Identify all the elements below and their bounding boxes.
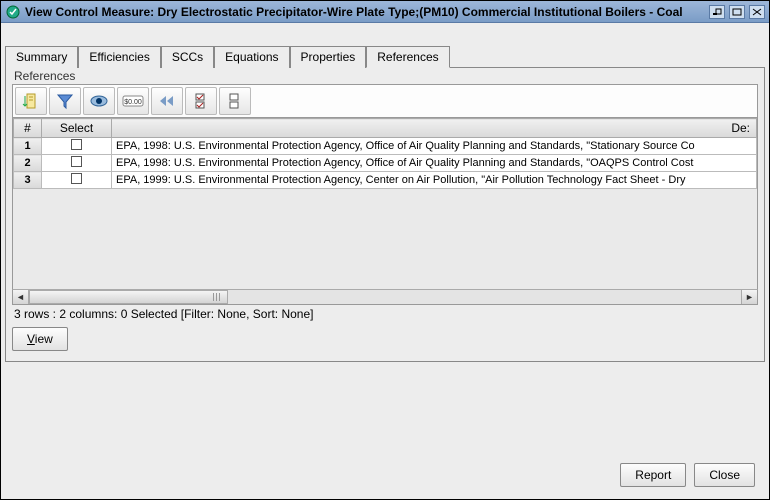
first-icon[interactable] xyxy=(151,87,183,115)
row-checkbox[interactable] xyxy=(71,173,82,184)
app-icon xyxy=(5,4,21,20)
scroll-left-icon[interactable]: ◄ xyxy=(13,290,29,304)
table-row[interactable]: 1 EPA, 1998: U.S. Environmental Protecti… xyxy=(14,138,757,155)
row-number: 2 xyxy=(14,155,42,172)
tab-row: Summary Efficiencies SCCs Equations Prop… xyxy=(5,45,765,67)
minimize-icon[interactable] xyxy=(709,5,725,19)
references-panel: References $0.00 # Select De: xyxy=(5,67,765,362)
tab-equations[interactable]: Equations xyxy=(214,46,289,68)
horizontal-scrollbar[interactable]: ◄ ► xyxy=(12,289,758,305)
col-select[interactable]: Select xyxy=(42,119,112,138)
fieldset-label: References xyxy=(12,69,77,83)
tab-sccs[interactable]: SCCs xyxy=(161,46,214,68)
close-button[interactable]: Close xyxy=(694,463,755,487)
bottom-bar: Report Close xyxy=(5,454,765,495)
table-empty-area xyxy=(12,189,758,289)
table-row[interactable]: 3 EPA, 1999: U.S. Environmental Protecti… xyxy=(14,172,757,189)
col-description[interactable]: De: xyxy=(112,119,757,138)
filter-icon[interactable] xyxy=(49,87,81,115)
row-checkbox[interactable] xyxy=(71,156,82,167)
svg-text:$0.00: $0.00 xyxy=(124,99,142,106)
report-button[interactable]: Report xyxy=(620,463,686,487)
table-toolbar: $0.00 xyxy=(12,84,758,118)
scroll-right-icon[interactable]: ► xyxy=(741,290,757,304)
titlebar: View Control Measure: Dry Electrostatic … xyxy=(1,1,769,23)
deselect-all-icon[interactable] xyxy=(219,87,251,115)
sort-icon[interactable] xyxy=(15,87,47,115)
col-rownum[interactable]: # xyxy=(14,119,42,138)
format-icon[interactable]: $0.00 xyxy=(117,87,149,115)
tab-efficiencies[interactable]: Efficiencies xyxy=(78,46,160,68)
table-status: 3 rows : 2 columns: 0 Selected [Filter: … xyxy=(12,305,758,323)
row-number: 1 xyxy=(14,138,42,155)
table-row[interactable]: 2 EPA, 1998: U.S. Environmental Protecti… xyxy=(14,155,757,172)
view-button[interactable]: View xyxy=(12,327,68,351)
select-all-icon[interactable] xyxy=(185,87,217,115)
row-checkbox[interactable] xyxy=(71,139,82,150)
row-description: EPA, 1998: U.S. Environmental Protection… xyxy=(112,155,757,172)
tab-summary[interactable]: Summary xyxy=(5,46,78,68)
scroll-track[interactable] xyxy=(29,290,741,304)
window-title: View Control Measure: Dry Electrostatic … xyxy=(25,5,709,19)
references-table: # Select De: 1 EPA, 1998: U.S. Environme… xyxy=(12,118,758,189)
show-hide-icon[interactable] xyxy=(83,87,115,115)
tab-references[interactable]: References xyxy=(366,46,449,68)
maximize-icon[interactable] xyxy=(729,5,745,19)
close-icon[interactable] xyxy=(749,5,765,19)
scroll-thumb[interactable] xyxy=(29,290,228,304)
tab-properties[interactable]: Properties xyxy=(290,46,367,68)
row-description: EPA, 1999: U.S. Environmental Protection… xyxy=(112,172,757,189)
row-description: EPA, 1998: U.S. Environmental Protection… xyxy=(112,138,757,155)
row-number: 3 xyxy=(14,172,42,189)
